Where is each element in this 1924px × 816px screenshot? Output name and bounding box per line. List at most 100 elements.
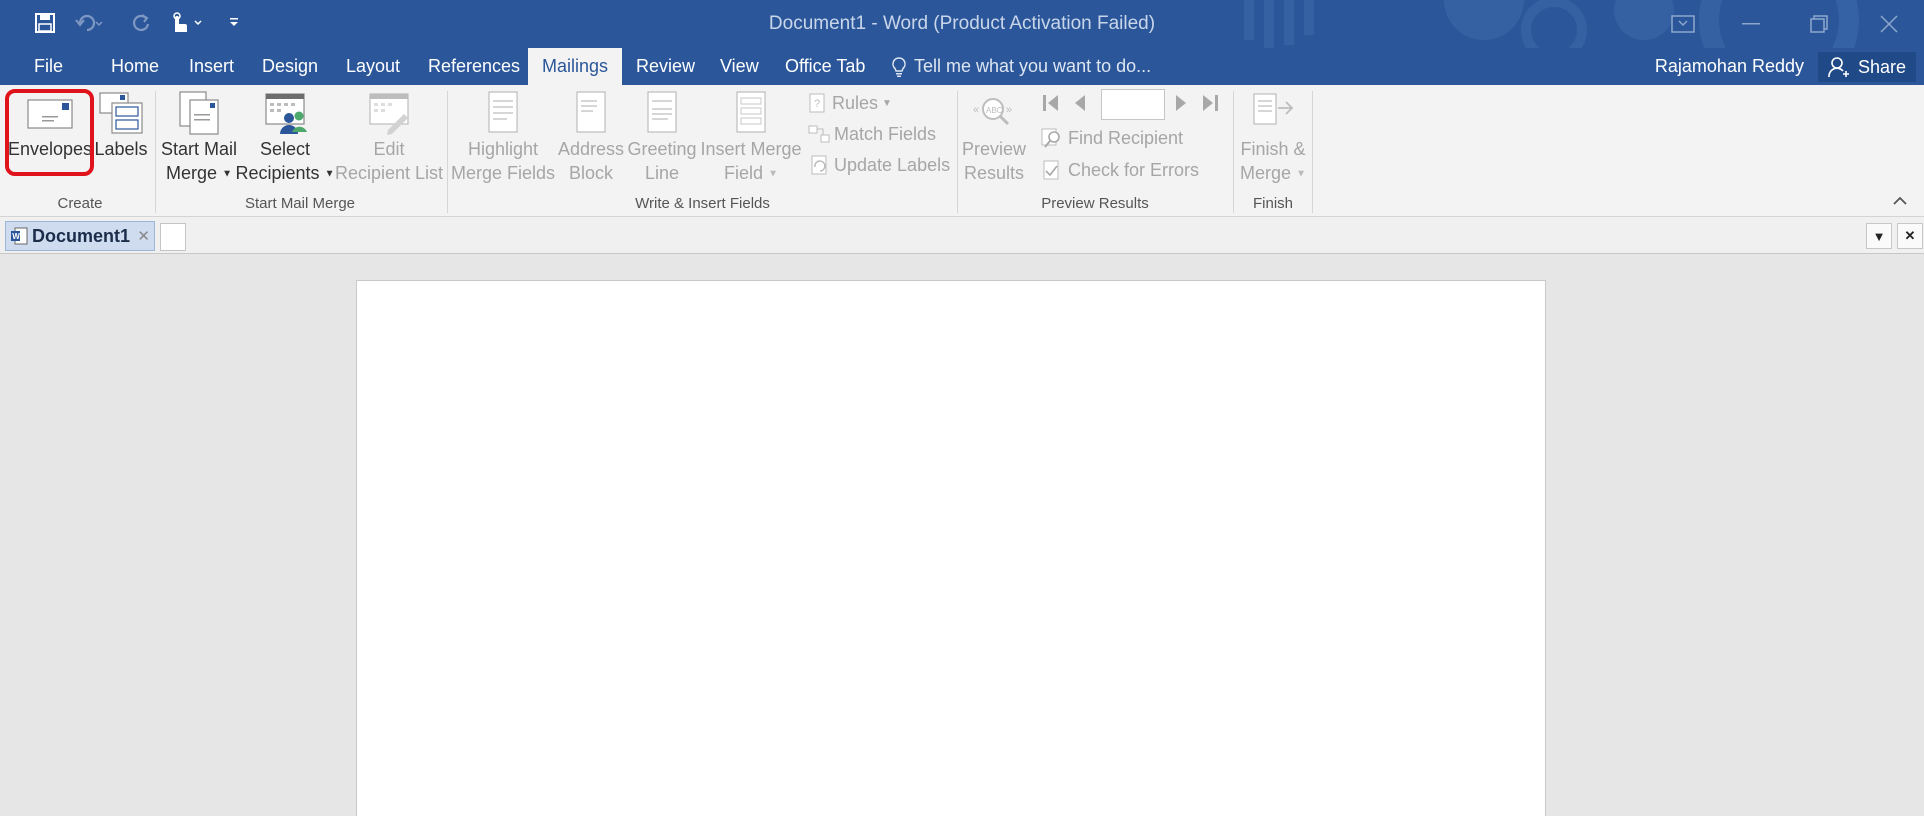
update-labels-icon	[811, 155, 827, 175]
group-separator	[447, 91, 448, 213]
preview-results-button[interactable]: « ABC» Preview Results	[960, 89, 1028, 189]
chevron-down-icon: ▼	[1872, 228, 1886, 244]
next-record-button[interactable]	[1171, 90, 1191, 116]
lightbulb-icon	[892, 56, 906, 77]
previous-record-icon	[1075, 95, 1085, 111]
match-fields-button[interactable]: Match Fields	[808, 121, 936, 147]
finish-and-merge-button[interactable]: Finish & Merge ▼	[1236, 89, 1310, 189]
share-button[interactable]: Share	[1817, 52, 1916, 82]
recipients-icon	[261, 89, 309, 137]
tab-list-dropdown-button[interactable]: ▼	[1866, 223, 1892, 249]
word-doc-icon: W	[11, 227, 28, 245]
title-bar: Document1 - Word (Product Activation Fai…	[0, 0, 1924, 48]
preview-results-label-2: Results	[963, 163, 1025, 183]
tab-layout[interactable]: Layout	[332, 48, 414, 85]
insert-merge-field-icon	[727, 89, 775, 137]
document-tab-label: Document1	[32, 225, 131, 246]
preview-results-label-1: Preview	[961, 139, 1027, 159]
finish-merge-icon	[1249, 89, 1297, 137]
greeting-line-button[interactable]: Greeting Line	[626, 89, 698, 189]
undo-icon[interactable]	[72, 8, 106, 38]
last-record-icon	[1203, 95, 1218, 111]
group-label-write-insert-fields: Write & Insert Fields	[635, 195, 770, 212]
group-label-start-mail-merge: Start Mail Merge	[244, 195, 356, 212]
envelopes-button[interactable]: Envelopes	[7, 89, 93, 189]
rules-label: Rules	[832, 92, 879, 113]
highlight-merge-fields-label-1: Highlight	[467, 139, 539, 159]
last-record-button[interactable]	[1199, 90, 1221, 116]
address-block-button[interactable]: Address Block	[556, 89, 626, 189]
chevron-down-icon: ▼	[882, 97, 892, 109]
tab-references[interactable]: References	[414, 48, 534, 85]
highlight-merge-fields-button[interactable]: Highlight Merge Fields	[451, 89, 555, 189]
collapse-ribbon-button[interactable]	[1892, 193, 1908, 211]
document-tab[interactable]: W Document1 ✕	[5, 221, 155, 251]
check-errors-icon	[1043, 160, 1059, 180]
ribbon-display-options-icon[interactable]	[1656, 6, 1710, 42]
preview-results-icon: « ABC»	[970, 89, 1018, 137]
close-tab-icon[interactable]: ✕	[137, 227, 150, 245]
edit-recipient-list-button[interactable]: Edit Recipient List	[334, 89, 444, 189]
address-block-icon	[567, 89, 615, 137]
labels-label: Labels	[94, 139, 148, 159]
tab-file[interactable]: File	[20, 48, 77, 85]
greeting-line-label-2: Line	[644, 163, 680, 183]
window-title: Document1 - Word (Product Activation Fai…	[768, 13, 1156, 34]
first-record-button[interactable]	[1040, 90, 1062, 116]
svg-text:ABC: ABC	[986, 106, 1003, 115]
record-number-input[interactable]	[1101, 89, 1165, 120]
group-separator	[1312, 91, 1313, 213]
envelopes-label: Envelopes	[7, 139, 93, 159]
check-for-errors-button[interactable]: Check for Errors	[1040, 157, 1199, 183]
tab-design[interactable]: Design	[248, 48, 332, 85]
close-icon[interactable]	[1862, 6, 1916, 42]
tab-review[interactable]: Review	[622, 48, 709, 85]
insert-merge-field-button[interactable]: Insert Merge Field ▼	[698, 89, 804, 189]
labels-button[interactable]: Labels	[94, 89, 148, 189]
match-fields-label: Match Fields	[834, 123, 937, 144]
chevron-down-icon: ▼	[324, 168, 335, 180]
find-recipient-button[interactable]: Find Recipient	[1040, 125, 1183, 151]
tab-office-tab[interactable]: Office Tab	[771, 48, 879, 85]
chevron-down-icon: ▼	[768, 168, 778, 180]
find-recipient-icon	[1041, 128, 1060, 148]
tab-mailings[interactable]: Mailings	[528, 48, 623, 85]
previous-record-button[interactable]	[1070, 90, 1090, 116]
select-recipients-button[interactable]: Select Recipients ▼	[235, 89, 335, 189]
check-for-errors-label: Check for Errors	[1068, 159, 1200, 180]
find-recipient-label: Find Recipient	[1068, 127, 1184, 148]
tell-me-box[interactable]: Tell me what you want to do...	[890, 48, 1151, 85]
tab-insert[interactable]: Insert	[175, 48, 248, 85]
select-recipients-label-2: Recipients	[235, 163, 320, 183]
chevron-down-icon: ▼	[1296, 168, 1306, 180]
group-label-preview-results: Preview Results	[1041, 195, 1149, 212]
match-fields-icon	[808, 125, 830, 143]
restore-icon[interactable]	[1792, 6, 1846, 42]
rules-button[interactable]: ? Rules ▼	[808, 90, 892, 116]
save-icon[interactable]	[30, 8, 60, 38]
group-label-create: Create	[57, 195, 103, 212]
select-recipients-label-1: Select	[259, 139, 311, 159]
next-record-icon	[1176, 95, 1186, 111]
finish-merge-label-2: Merge	[1240, 163, 1292, 183]
user-name[interactable]: Rajamohan Reddy	[1655, 48, 1804, 85]
group-separator	[1233, 91, 1234, 213]
group-label-finish: Finish	[1252, 195, 1293, 212]
update-labels-button[interactable]: Update Labels	[808, 152, 950, 178]
first-record-icon	[1043, 95, 1058, 111]
document-tab-bar: W Document1 ✕ ▼ ✕	[0, 217, 1924, 254]
document-page[interactable]	[356, 280, 1546, 816]
start-mail-merge-button[interactable]: Start Mail Merge ▼	[158, 89, 240, 189]
new-document-tab-button[interactable]	[160, 223, 186, 251]
update-labels-label: Update Labels	[834, 154, 951, 175]
redo-icon[interactable]	[128, 8, 154, 38]
tab-view[interactable]: View	[706, 48, 773, 85]
customize-qat-icon[interactable]	[224, 8, 244, 38]
ribbon: Envelopes Labels Create Start Mail Merge…	[0, 85, 1924, 217]
minimize-icon[interactable]	[1724, 6, 1778, 42]
tab-home[interactable]: Home	[97, 48, 173, 85]
touch-mode-icon[interactable]	[166, 8, 208, 38]
close-document-button[interactable]: ✕	[1897, 223, 1923, 249]
edit-list-icon	[365, 89, 413, 137]
address-block-label-1: Address	[557, 139, 625, 159]
